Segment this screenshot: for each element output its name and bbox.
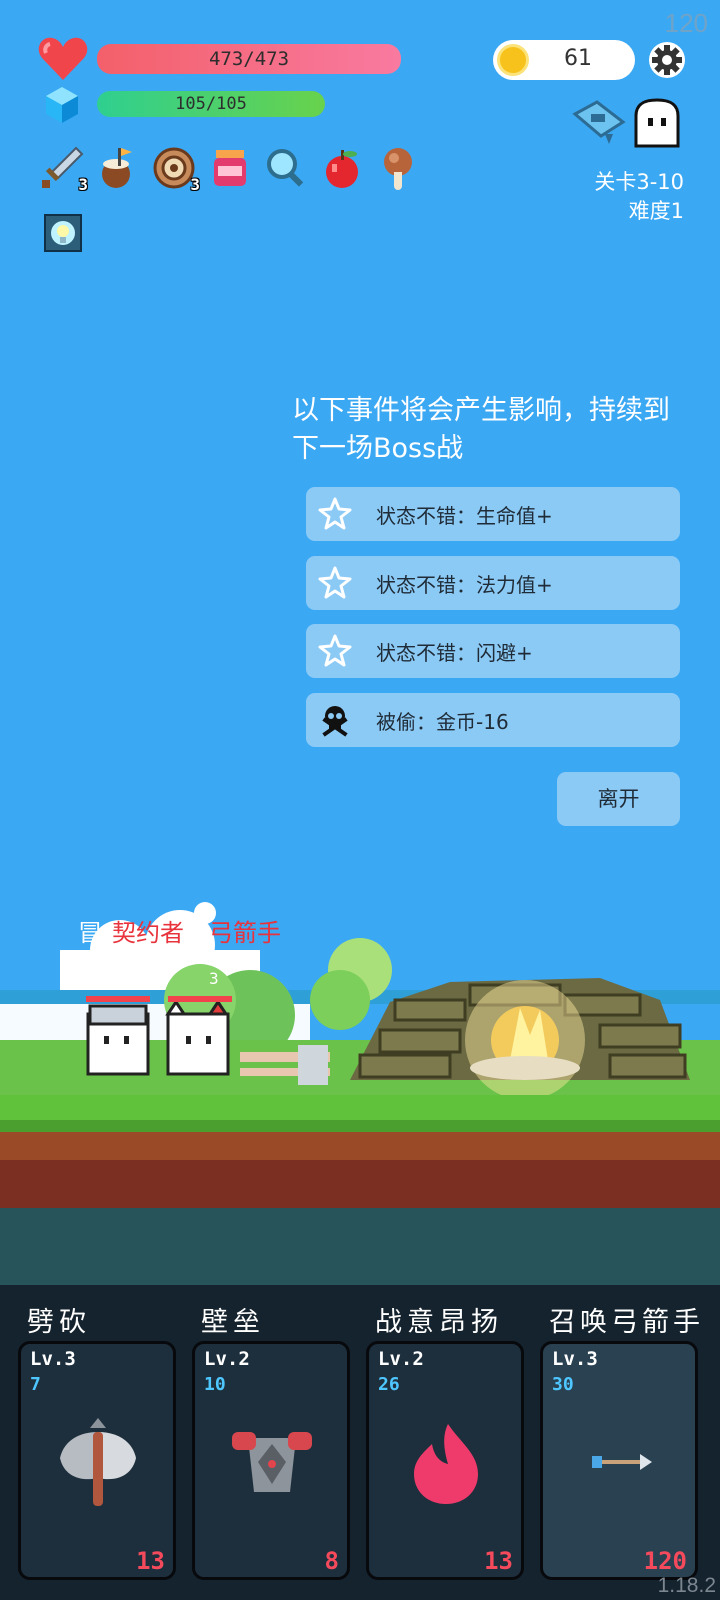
party-label-prefix: 冒 xyxy=(78,919,102,947)
skill-cost: 30 xyxy=(552,1374,574,1395)
coin-value: 61 xyxy=(564,46,592,71)
ground-grass-shade xyxy=(0,1120,720,1132)
skill-cost: 7 xyxy=(30,1374,41,1395)
map-icon[interactable] xyxy=(571,98,627,146)
stage-info: 关卡3-10 难度1 xyxy=(594,168,684,226)
armor-icon xyxy=(232,1432,312,1492)
coin-icon xyxy=(497,44,529,76)
item-count: 3 xyxy=(78,175,88,194)
skill-value: 13 xyxy=(136,1547,165,1575)
event-text: 状态不错：闪避+ xyxy=(376,641,533,665)
stage-level: 关卡3-10 xyxy=(594,170,684,194)
skill-card[interactable]: Lv.3 30 120 xyxy=(540,1341,698,1580)
skill-cost: 26 xyxy=(378,1374,400,1395)
skill-name: 战意昂扬 xyxy=(375,1307,503,1338)
leave-button[interactable]: 离开 xyxy=(557,772,680,826)
event-item: 被偷：金币-16 xyxy=(306,693,680,747)
skill-value: 8 xyxy=(324,1547,339,1575)
skill-name: 召唤弓箭手 xyxy=(549,1307,704,1338)
skill-cost: 10 xyxy=(204,1374,226,1395)
coin-counter: 61 xyxy=(493,40,635,80)
fps-counter: 120 xyxy=(664,8,708,38)
event-text: 状态不错：生命值+ xyxy=(376,504,553,528)
star-icon xyxy=(318,497,352,530)
skill-value: 13 xyxy=(484,1547,513,1575)
star-icon xyxy=(318,634,352,667)
lamp-relic-icon[interactable] xyxy=(44,214,82,252)
mana-crystal-icon xyxy=(46,87,78,123)
event-item: 状态不错：生命值+ xyxy=(306,487,680,541)
skill-card[interactable]: Lv.2 10 8 xyxy=(192,1341,350,1580)
skull-icon xyxy=(322,706,348,737)
settings-gear-icon[interactable] xyxy=(648,41,686,79)
event-item: 状态不错：法力值+ xyxy=(306,556,680,610)
hp-bar: 473/473 xyxy=(97,44,401,74)
inventory-item[interactable] xyxy=(376,146,420,190)
apple-icon xyxy=(326,150,358,188)
meat-drumstick-icon xyxy=(384,148,412,190)
stage-difficulty: 难度1 xyxy=(628,199,684,223)
heart-icon xyxy=(38,37,88,80)
event-title: 以下事件将会产生影响，持续到下一场Boss战 xyxy=(292,395,670,464)
floating-number: 3 xyxy=(209,969,219,988)
star-icon xyxy=(318,566,352,599)
mp-bar: 105/105 xyxy=(97,91,325,117)
event-text: 状态不错：法力值+ xyxy=(376,573,553,597)
skill-card[interactable]: Lv.2 26 13 xyxy=(366,1341,524,1580)
skill-level: Lv.2 xyxy=(378,1348,424,1370)
jam-jar-icon xyxy=(214,150,246,186)
coconut-drink-icon xyxy=(102,148,132,188)
skill-level: Lv.2 xyxy=(204,1348,250,1370)
party-name: 弓箭手 xyxy=(209,919,281,947)
skill-card[interactable]: Lv.3 7 13 xyxy=(18,1341,176,1580)
inventory-item[interactable]: 3 xyxy=(40,146,88,194)
inventory-item[interactable]: 3 xyxy=(152,146,200,194)
inventory-item[interactable] xyxy=(208,146,252,190)
skill-name: 劈砍 xyxy=(27,1307,91,1338)
skill-name: 壁垒 xyxy=(201,1307,265,1338)
ghost-icon[interactable] xyxy=(632,98,682,150)
axe-icon xyxy=(60,1418,136,1506)
skill-value: 120 xyxy=(643,1547,687,1575)
hero-hp-bar xyxy=(168,996,232,1002)
arrow-icon xyxy=(592,1454,652,1470)
item-count: 3 xyxy=(190,175,200,194)
event-item: 状态不错：闪避+ xyxy=(306,624,680,678)
inventory-item[interactable] xyxy=(96,146,140,190)
hero-hp-bar xyxy=(86,996,150,1002)
event-text: 被偷：金币-16 xyxy=(376,710,509,734)
party-name: 契约者 xyxy=(112,919,184,947)
magnifier-icon xyxy=(267,149,304,187)
inventory-item[interactable] xyxy=(320,146,364,190)
battle-scene xyxy=(0,902,720,1100)
skill-level: Lv.3 xyxy=(552,1348,598,1370)
skill-level: Lv.3 xyxy=(30,1348,76,1370)
inventory-item[interactable] xyxy=(264,146,308,190)
flame-icon xyxy=(414,1424,478,1504)
version-label: 1.18.2 xyxy=(657,1574,716,1597)
ground-dirt-deep xyxy=(0,1160,720,1208)
water-strip xyxy=(0,1208,720,1288)
